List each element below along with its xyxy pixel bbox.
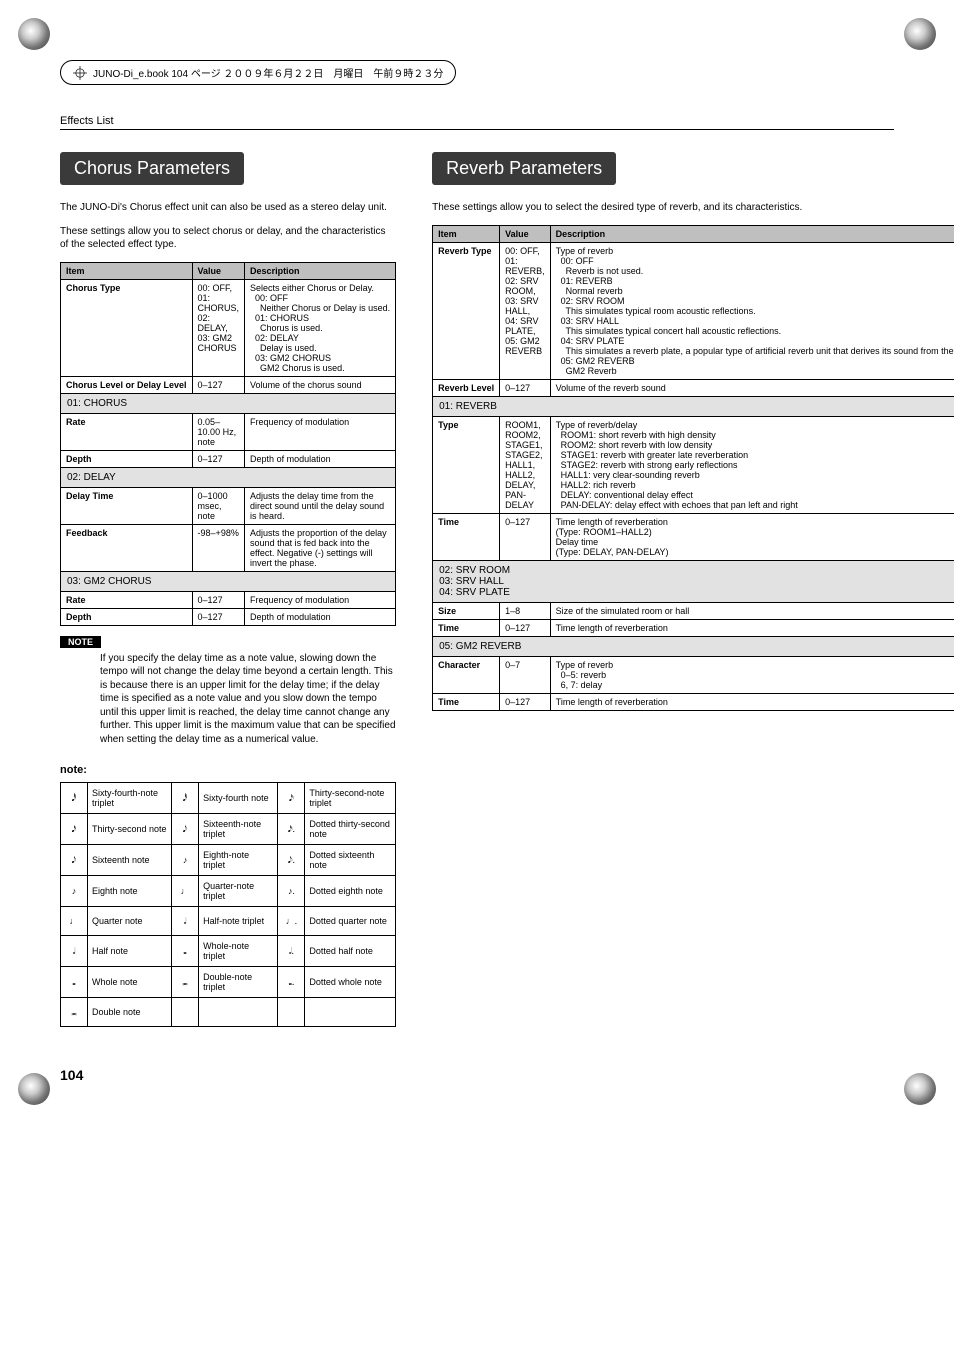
- table-row: ♪Eighth note ♩Quarter-note triplet ♪.Dot…: [61, 876, 396, 907]
- section-rule: [60, 129, 894, 130]
- note-icon: ♪: [172, 845, 199, 876]
- cell-value: 00: OFF, 01: CHORUS, 02: DELAY, 03: GM2 …: [192, 279, 245, 376]
- subhead-05-gm2reverb: 05: GM2 REVERB: [433, 636, 954, 656]
- note-icon: ♩: [61, 907, 88, 936]
- subhead-01-chorus: 01: CHORUS: [61, 393, 396, 413]
- note-icon: ♩: [172, 876, 199, 907]
- reverb-intro: These settings allow you to select the d…: [432, 201, 954, 215]
- table-row: 𝅘𝅥𝅰Sixty-fourth-note triplet 𝅘𝅥𝅰Sixty-fo…: [61, 783, 396, 814]
- note-icon: 𝅗𝅥: [61, 936, 88, 967]
- chorus-table: Item Value Description Chorus Type 00: O…: [60, 262, 396, 626]
- section-label: Effects List: [60, 115, 894, 127]
- note-icon: [278, 998, 305, 1027]
- reverb-title: Reverb Parameters: [432, 152, 616, 185]
- table-row: 𝅜Double note: [61, 998, 396, 1027]
- note-icon: 𝅗𝅥.: [278, 936, 305, 967]
- note-icon: 𝅜: [172, 967, 199, 998]
- subhead-01-reverb: 01: REVERB: [433, 396, 954, 416]
- table-row: Chorus Type 00: OFF, 01: CHORUS, 02: DEL…: [61, 279, 396, 376]
- page-number: 104: [60, 1067, 894, 1083]
- subhead-03-gm2chorus: 03: GM2 CHORUS: [61, 571, 396, 591]
- reverb-table: Item Value Description Reverb Type 00: O…: [432, 225, 954, 711]
- note-icon: 𝅘𝅥𝅯.: [278, 814, 305, 845]
- chorus-intro-1: The JUNO-Di's Chorus effect unit can als…: [60, 201, 396, 215]
- col-item: Item: [433, 225, 500, 242]
- print-mark-tl: [18, 18, 54, 54]
- table-row: ♩Quarter note 𝅗𝅥Half-note triplet ♩.Dott…: [61, 907, 396, 936]
- table-row: 𝅝Whole note 𝅜Double-note triplet 𝅝.Dotte…: [61, 967, 396, 998]
- subhead-02-04-srv: 02: SRV ROOM 03: SRV HALL 04: SRV PLATE: [433, 560, 954, 602]
- col-desc: Description: [245, 262, 396, 279]
- table-row: Type ROOM1, ROOM2, STAGE1, STAGE2, HALL1…: [433, 416, 954, 513]
- table-row: Reverb Level 0–127 Volume of the reverb …: [433, 379, 954, 396]
- note-icon: 𝅘𝅥𝅯: [278, 783, 305, 814]
- cell-desc: Volume of the chorus sound: [245, 376, 396, 393]
- book-header-text: JUNO-Di_e.book 104 ページ ２００９年６月２２日 月曜日 午前…: [93, 65, 443, 80]
- registration-mark-icon: [73, 66, 87, 80]
- table-row: 𝅘𝅥𝅮Sixteenth note ♪Eighth-note triplet 𝅘…: [61, 845, 396, 876]
- table-row: Depth 0–127 Depth of modulation: [61, 450, 396, 467]
- table-row: Reverb Type 00: OFF, 01: REVERB, 02: SRV…: [433, 242, 954, 379]
- col-desc: Description: [550, 225, 954, 242]
- chorus-intro-2: These settings allow you to select choru…: [60, 225, 396, 252]
- table-row: Rate 0.05–10.00 Hz, note Frequency of mo…: [61, 413, 396, 450]
- right-column: Reverb Parameters These settings allow y…: [432, 152, 954, 1027]
- note-badge: NOTE: [60, 636, 101, 648]
- table-row: 𝅘𝅥𝅯Thirty-second note 𝅘𝅥𝅮Sixteenth-note …: [61, 814, 396, 845]
- note-icon: ♪: [61, 876, 88, 907]
- print-mark-br: [900, 1069, 936, 1105]
- note-icon: 𝅘𝅥𝅮: [172, 814, 199, 845]
- table-row: Chorus Level or Delay Level 0–127 Volume…: [61, 376, 396, 393]
- cell-item: Chorus Level or Delay Level: [61, 376, 193, 393]
- note-icon: 𝅝: [61, 967, 88, 998]
- note-icon: 𝅘𝅥𝅰: [172, 783, 199, 814]
- note-text: If you specify the delay time as a note …: [100, 652, 396, 747]
- note-values-table: 𝅘𝅥𝅰Sixty-fourth-note triplet 𝅘𝅥𝅰Sixty-fo…: [60, 782, 396, 1027]
- note-icon: [172, 998, 199, 1027]
- note-icon: ♪.: [278, 876, 305, 907]
- print-mark-tr: [900, 18, 936, 54]
- note-icon: 𝅗𝅥: [172, 907, 199, 936]
- table-row: Feedback -98–+98% Adjusts the proportion…: [61, 524, 396, 571]
- note-icon: ♩.: [278, 907, 305, 936]
- note-icon: 𝅘𝅥𝅰: [61, 783, 88, 814]
- table-row: Depth 0–127 Depth of modulation: [61, 608, 396, 625]
- left-column: Chorus Parameters The JUNO-Di's Chorus e…: [60, 152, 396, 1027]
- print-mark-bl: [18, 1069, 54, 1105]
- note-icon: 𝅜: [61, 998, 88, 1027]
- cell-value: 0–127: [192, 376, 245, 393]
- table-row: Rate 0–127 Frequency of modulation: [61, 591, 396, 608]
- col-item: Item: [61, 262, 193, 279]
- table-row: 𝅗𝅥Half note 𝅝Whole-note triplet 𝅗𝅥.Dotte…: [61, 936, 396, 967]
- table-row: Time 0–127 Time length of reverberation: [433, 693, 954, 710]
- note-label: note:: [60, 764, 396, 776]
- table-row: Time 0–127 Time length of reverberation …: [433, 513, 954, 560]
- book-header: JUNO-Di_e.book 104 ページ ２００９年６月２２日 月曜日 午前…: [60, 60, 456, 85]
- cell-desc: Selects either Chorus or Delay. 00: OFF …: [245, 279, 396, 376]
- table-row: Size 1–8 Size of the simulated room or h…: [433, 602, 954, 619]
- note-icon: 𝅘𝅥𝅮: [61, 845, 88, 876]
- col-value: Value: [500, 225, 551, 242]
- table-row: Delay Time 0–1000 msec, note Adjusts the…: [61, 487, 396, 524]
- note-icon: 𝅘𝅥𝅯: [61, 814, 88, 845]
- note-icon: 𝅝: [172, 936, 199, 967]
- note-icon: 𝅘𝅥𝅮.: [278, 845, 305, 876]
- chorus-title: Chorus Parameters: [60, 152, 244, 185]
- cell-item: Chorus Type: [61, 279, 193, 376]
- subhead-02-delay: 02: DELAY: [61, 467, 396, 487]
- table-row: Time 0–127 Time length of reverberation: [433, 619, 954, 636]
- table-row: Character 0–7 Type of reverb 0–5: reverb…: [433, 656, 954, 693]
- col-value: Value: [192, 262, 245, 279]
- note-icon: 𝅝.: [278, 967, 305, 998]
